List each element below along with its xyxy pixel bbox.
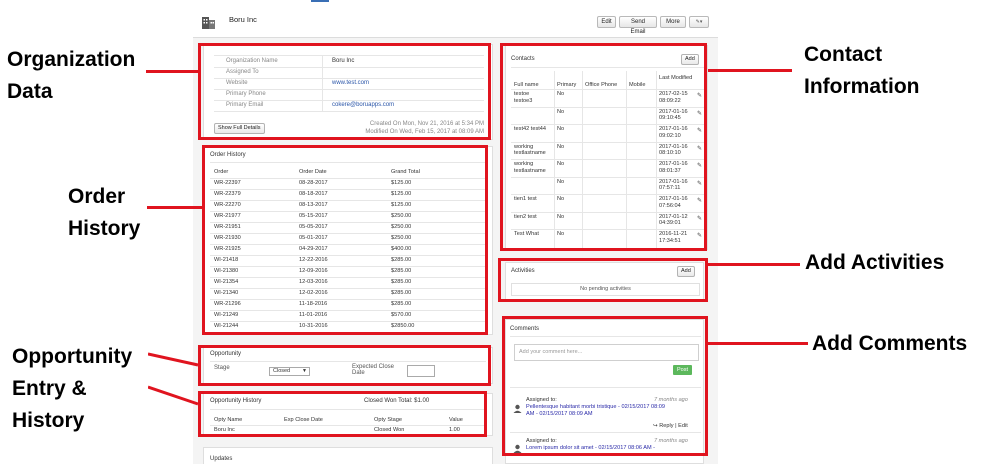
comments-connector-line — [708, 342, 808, 345]
add-activities-annotation: Add Activities — [805, 251, 945, 274]
building-icon — [202, 17, 215, 29]
send-email-button[interactable]: Send Email — [619, 16, 657, 35]
organization-connector-line — [146, 70, 198, 73]
contacts-highlight-box — [500, 43, 707, 251]
wrench-icon: ✎▾ — [695, 19, 703, 25]
organization-highlight-box — [198, 43, 491, 140]
annotated-screenshot: Boru Inc Edit Send Email More ✎▾ Organiz… — [0, 0, 988, 464]
record-title: Boru Inc — [229, 15, 257, 24]
opportunity-history-highlight-box — [198, 391, 487, 437]
contacts-connector-line — [708, 69, 792, 72]
opportunity-annotation: Opportunity Entry & History — [12, 345, 133, 432]
order-history-highlight-box — [202, 145, 488, 335]
edit-button[interactable]: Edit — [597, 16, 616, 28]
opportunity-highlight-box — [198, 345, 491, 386]
activities-highlight-box — [498, 258, 708, 302]
updates-panel: Updates — [203, 447, 493, 464]
updates-title: Updates — [210, 456, 233, 462]
activities-connector-line — [708, 263, 800, 266]
contact-information-annotation: Contact Information — [804, 43, 920, 98]
order-history-annotation: Order History — [68, 185, 141, 240]
tools-dropdown-button[interactable]: ✎▾ — [689, 16, 709, 28]
active-tab-indicator — [311, 0, 329, 2]
comments-highlight-box — [502, 316, 708, 456]
opportunity-connector-lines — [148, 352, 199, 406]
more-button[interactable]: More — [660, 16, 686, 28]
add-comments-annotation: Add Comments — [812, 332, 968, 355]
organization-data-annotation: Organization Data — [7, 48, 136, 103]
order-history-connector-line — [147, 206, 202, 209]
record-header: Boru Inc Edit Send Email More ✎▾ — [193, 0, 718, 38]
